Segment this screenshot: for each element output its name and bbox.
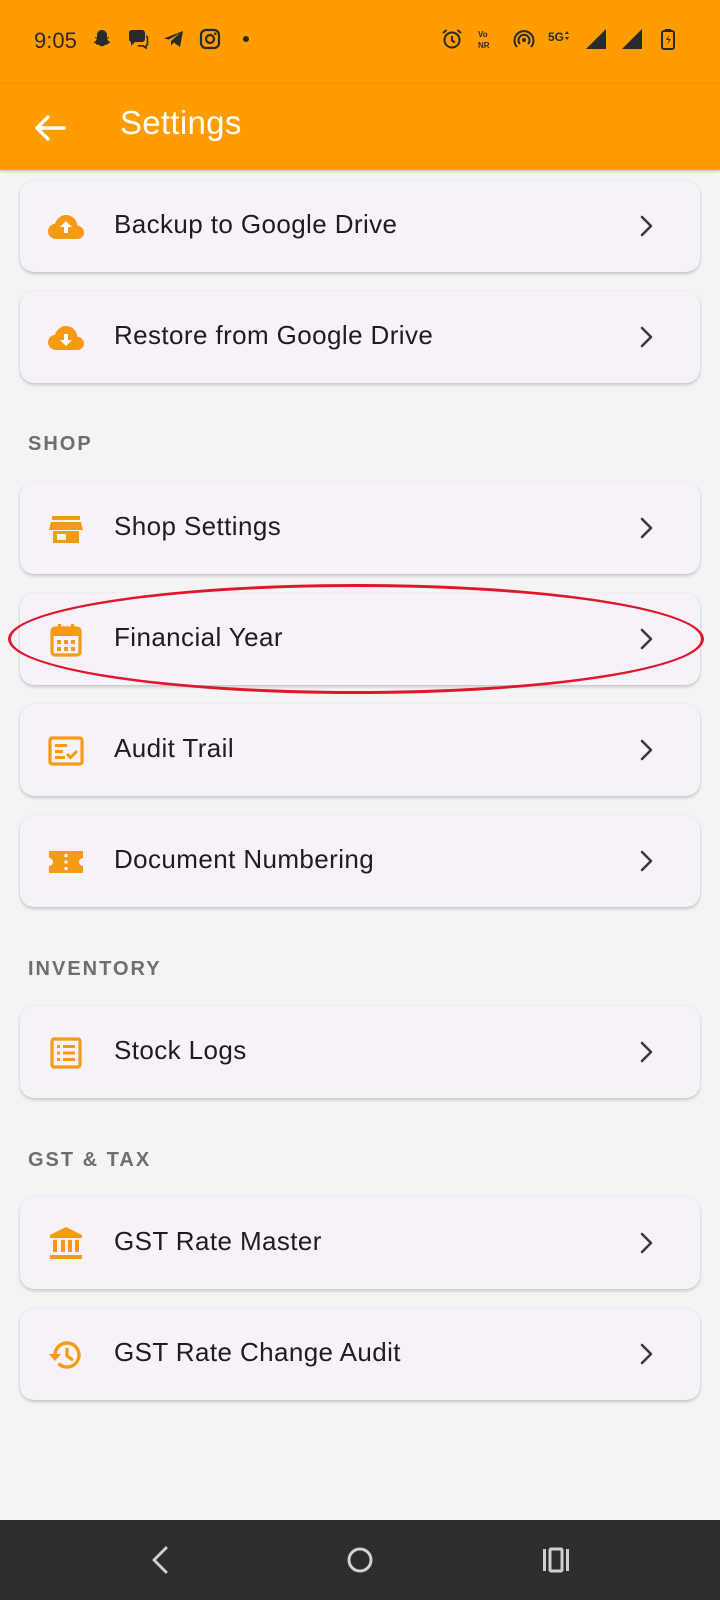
chevron-right-icon — [640, 850, 653, 872]
financial-year-label: Financial Year — [114, 622, 283, 652]
checklist-icon — [48, 736, 84, 766]
document-numbering-label: Document Numbering — [114, 844, 375, 874]
section-header-inventory: INVENTORY — [28, 958, 162, 980]
snapchat-icon — [93, 30, 111, 47]
backup-label: Backup to Google Drive — [114, 209, 398, 239]
dot-icon — [243, 36, 249, 42]
section-header-shop: SHOP — [28, 433, 93, 455]
status-time: 9:05 — [34, 28, 77, 53]
5g-icon: 5G — [548, 30, 569, 44]
arrow-left-icon[interactable] — [28, 106, 72, 150]
chevron-right-icon — [640, 517, 653, 539]
recents-nav-icon[interactable] — [536, 1540, 576, 1580]
cloud-download-icon — [48, 326, 84, 350]
signal-icon — [622, 29, 642, 49]
page-title: Settings — [120, 104, 242, 141]
chat-icon — [129, 30, 149, 50]
svg-text:NR: NR — [478, 41, 490, 50]
ticket-icon — [49, 851, 83, 873]
signal-icon — [586, 29, 606, 49]
navigation-bar — [0, 1520, 720, 1600]
status-bar: 9:05 Vo NR 5G — [0, 0, 720, 84]
svg-text:5G: 5G — [548, 30, 564, 44]
list-icon — [50, 1037, 82, 1069]
chevron-right-icon — [640, 1232, 653, 1254]
audit-trail-item[interactable]: Audit Trail — [20, 704, 700, 796]
gst-rate-master-item[interactable]: GST Rate Master — [20, 1197, 700, 1289]
shop-settings-label: Shop Settings — [114, 511, 282, 541]
restore-from-google-drive-item[interactable]: Restore from Google Drive — [20, 291, 700, 383]
gst-rate-change-audit-label: GST Rate Change Audit — [114, 1337, 401, 1367]
gst-rate-master-label: GST Rate Master — [114, 1226, 322, 1256]
back-nav-icon[interactable] — [142, 1540, 182, 1580]
notification-icons — [90, 27, 258, 51]
gst-rate-change-audit-item[interactable]: GST Rate Change Audit — [20, 1308, 700, 1400]
vonr-icon: Vo NR — [478, 30, 490, 50]
chevron-right-icon — [640, 628, 653, 650]
hotspot-icon — [513, 30, 535, 48]
settings-list: Backup to Google Drive Restore from Goog… — [0, 170, 720, 1520]
alarm-icon — [442, 29, 462, 49]
system-icons: Vo NR 5G — [440, 27, 680, 51]
history-icon — [49, 1341, 81, 1369]
shop-settings-item[interactable]: Shop Settings — [20, 482, 700, 574]
chevron-right-icon — [640, 215, 653, 237]
section-header-gst-tax: GST & TAX — [28, 1149, 152, 1171]
cloud-upload-icon — [48, 215, 84, 239]
home-nav-icon[interactable] — [340, 1540, 380, 1580]
financial-year-item[interactable]: Financial Year — [20, 593, 700, 685]
chevron-right-icon — [640, 326, 653, 348]
instagram-icon — [199, 28, 221, 50]
app-bar: Settings — [0, 84, 720, 170]
stock-logs-item[interactable]: Stock Logs — [20, 1006, 700, 1098]
chevron-right-icon — [640, 1041, 653, 1063]
backup-to-google-drive-item[interactable]: Backup to Google Drive — [20, 180, 700, 272]
calendar-icon — [50, 624, 82, 657]
restore-label: Restore from Google Drive — [114, 320, 434, 350]
telegram-icon — [164, 31, 183, 47]
bank-icon — [50, 1227, 82, 1259]
battery-icon — [661, 29, 675, 50]
chevron-right-icon — [640, 1343, 653, 1365]
store-icon — [49, 516, 83, 543]
svg-text:Vo: Vo — [478, 30, 488, 39]
audit-trail-label: Audit Trail — [114, 733, 235, 763]
stock-logs-label: Stock Logs — [114, 1035, 247, 1065]
chevron-right-icon — [640, 739, 653, 761]
document-numbering-item[interactable]: Document Numbering — [20, 815, 700, 907]
